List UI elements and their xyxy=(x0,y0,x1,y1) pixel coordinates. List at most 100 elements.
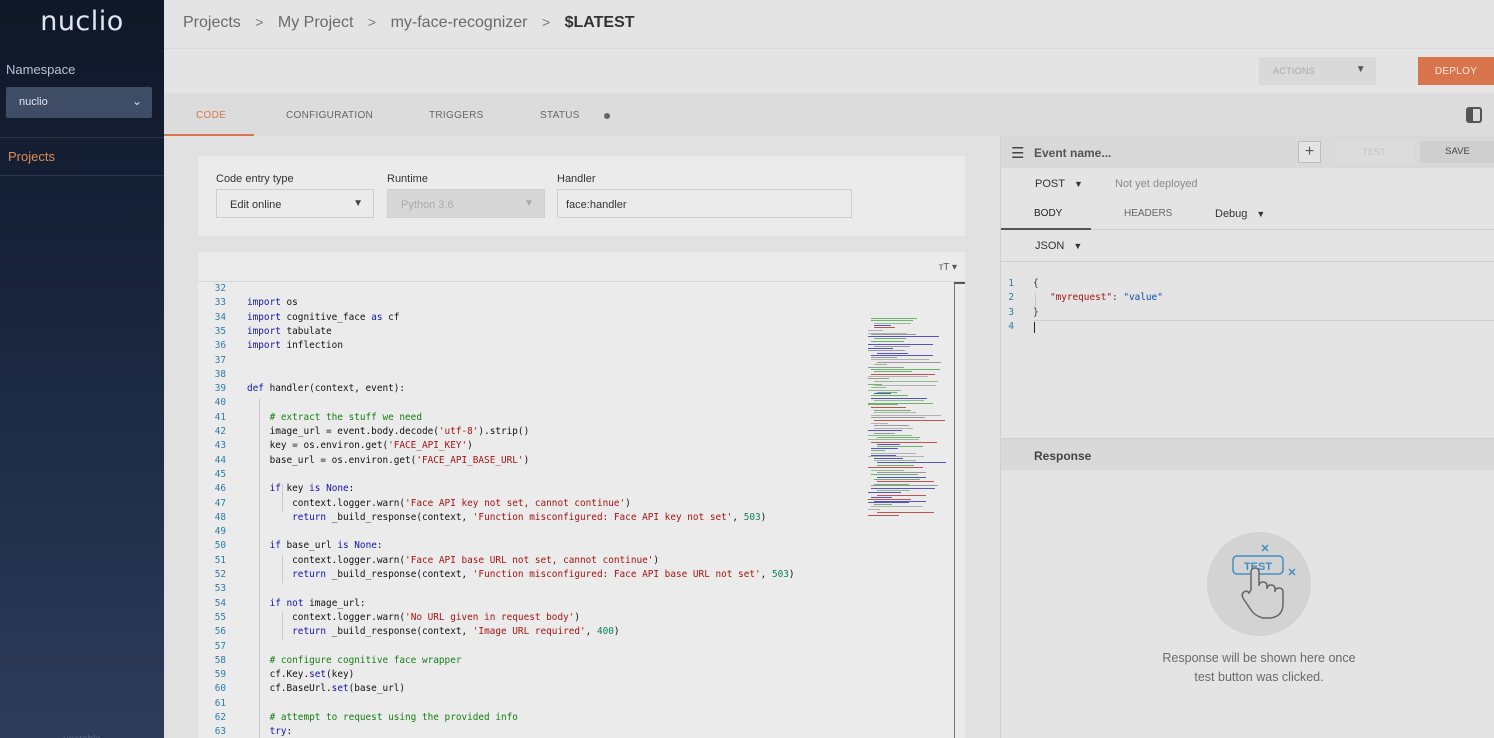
test-click-icon: TEST xyxy=(1207,532,1311,636)
minimap-line xyxy=(871,422,888,424)
breadcrumb-project[interactable]: My Project xyxy=(278,14,354,32)
breadcrumb-separator: > xyxy=(255,14,264,30)
minimap-line xyxy=(871,319,914,321)
minimap-line xyxy=(871,450,885,452)
minimap-line xyxy=(877,477,926,479)
minimap-line xyxy=(877,436,920,438)
code-line: 43 key = os.environ.get('FACE_API_KEY') xyxy=(214,440,473,452)
minimap-line xyxy=(871,341,904,343)
code-minimap[interactable] xyxy=(868,318,954,518)
body-format-select[interactable]: JSON ▼ xyxy=(1035,240,1082,252)
minimap-line xyxy=(874,479,921,481)
code-editor: ᴛT ▾ 32 33 import os 34 import cognitive_f… xyxy=(198,252,965,738)
chevron-down-icon: ⌄ xyxy=(131,94,142,108)
http-method-select[interactable]: POST ▼ xyxy=(1035,178,1083,190)
minimap-line xyxy=(871,406,906,408)
status-indicator-icon xyxy=(604,113,610,119)
code-line: 55 context.logger.warn('No URL given in … xyxy=(214,611,581,623)
minimap-line xyxy=(877,490,910,491)
tab-status[interactable]: STATUS xyxy=(540,110,580,121)
breadcrumb: Projects > My Project > my-face-recogniz… xyxy=(183,14,635,32)
tab-code[interactable]: CODE xyxy=(196,110,226,121)
editor-scrollbar[interactable] xyxy=(954,282,955,738)
indent-guide xyxy=(1035,293,1036,307)
minimap-line xyxy=(877,462,946,464)
minimap-line xyxy=(874,338,906,340)
minimap-line xyxy=(871,447,899,449)
minimap-line xyxy=(874,425,910,427)
response-message-line: Response will be shown here once xyxy=(1162,651,1356,665)
text-cursor xyxy=(1034,322,1035,333)
deploy-button[interactable]: DEPLOY xyxy=(1418,57,1494,85)
chevron-down-icon: ▼ xyxy=(1256,209,1266,219)
breadcrumb-projects[interactable]: Projects xyxy=(183,14,241,32)
minimap-line xyxy=(871,474,919,476)
menu-icon[interactable]: ☰ xyxy=(1011,144,1024,162)
tab-headers[interactable]: HEADERS xyxy=(1124,208,1172,219)
body-format-value: JSON xyxy=(1035,240,1065,252)
code-line: 49 xyxy=(214,526,226,538)
code-area[interactable]: 32 33 import os 34 import cognitive_face a… xyxy=(198,283,954,738)
response-title: Response xyxy=(1034,449,1092,463)
minimap-line xyxy=(877,352,909,354)
minimap-line xyxy=(868,350,905,352)
code-line: 34 import cognitive_face as cf xyxy=(214,311,400,323)
minimap-line xyxy=(871,496,893,498)
code-line: 39 def handler(context, event): xyxy=(214,383,406,395)
chevron-down-icon: ▼ xyxy=(1355,64,1366,75)
minimap-line xyxy=(877,481,934,483)
minimap-line xyxy=(874,503,892,505)
entry-type-select[interactable]: Edit online ▼ xyxy=(216,189,374,218)
code-line: 61 xyxy=(214,697,226,709)
minimap-line xyxy=(874,322,911,324)
runtime-select: Python 3.6 ▼ xyxy=(387,189,545,218)
chevron-down-icon: ▼ xyxy=(353,198,363,209)
breadcrumb-version: $LATEST xyxy=(564,14,635,31)
log-level-select[interactable]: Debug ▼ xyxy=(1215,208,1265,220)
minimap-line xyxy=(874,409,912,411)
actions-dropdown[interactable]: ACTIONS ▼ xyxy=(1259,57,1376,85)
code-line: 46 if key is None: xyxy=(214,483,355,495)
tab-triggers[interactable]: TRIGGERS xyxy=(429,110,484,121)
nuclio-logo[interactable]: nuclio xyxy=(0,6,164,37)
toggle-panel-icon[interactable] xyxy=(1466,107,1482,123)
code-line: 60 cf.BaseUrl.set(base_url) xyxy=(214,683,406,695)
tab-body[interactable]: BODY xyxy=(1034,208,1062,219)
namespace-select[interactable]: nuclio ⌄ xyxy=(6,87,152,118)
minimap-line xyxy=(871,485,939,487)
handler-input[interactable]: face:handler xyxy=(557,189,852,218)
sidebar: nuclio Namespace nuclio ⌄ Projects unsta… xyxy=(0,0,164,738)
breadcrumb-separator: > xyxy=(541,14,551,30)
log-level-value: Debug xyxy=(1215,208,1248,220)
code-line: 52 return _build_response(context, 'Func… xyxy=(214,569,795,580)
minimap-line xyxy=(874,400,925,402)
minimap-line xyxy=(868,498,912,500)
minimap-line xyxy=(877,511,935,513)
deploy-status-text: Not yet deployed xyxy=(1115,178,1198,190)
scrollbar-thumb[interactable] xyxy=(954,282,965,284)
code-line: 59 cf.Key.set(key) xyxy=(214,669,355,681)
entry-type-label: Code entry type xyxy=(216,173,294,185)
sidebar-item-projects[interactable]: Projects xyxy=(8,149,55,164)
minimap-line xyxy=(868,332,907,334)
code-tab-content: Code entry type Edit online ▼ Runtime Py… xyxy=(164,136,1000,738)
code-line: 58 # configure cognitive face wrapper xyxy=(214,654,462,666)
code-line: 63 try: xyxy=(214,726,293,738)
minimap-line xyxy=(874,457,903,459)
minimap-line xyxy=(874,381,939,383)
test-event-bar: ☰ Event name... + TEST SAVE xyxy=(1001,136,1494,168)
minimap-line xyxy=(871,414,942,416)
save-button[interactable]: SAVE xyxy=(1420,141,1494,163)
minimap-line xyxy=(871,369,941,371)
tab-configuration[interactable]: CONFIGURATION xyxy=(286,110,373,121)
event-name-input[interactable]: Event name... xyxy=(1034,146,1111,160)
breadcrumb-function[interactable]: my-face-recognizer xyxy=(391,14,528,32)
add-event-button[interactable]: + xyxy=(1298,141,1321,163)
chevron-down-icon: ▼ xyxy=(1073,179,1083,189)
test-button[interactable]: TEST xyxy=(1335,141,1413,163)
minimap-line xyxy=(871,394,908,396)
minimap-line xyxy=(868,329,883,331)
font-size-icon[interactable]: ᴛT ▾ xyxy=(939,262,957,273)
minimap-line xyxy=(868,376,928,378)
minimap-line xyxy=(871,318,917,319)
